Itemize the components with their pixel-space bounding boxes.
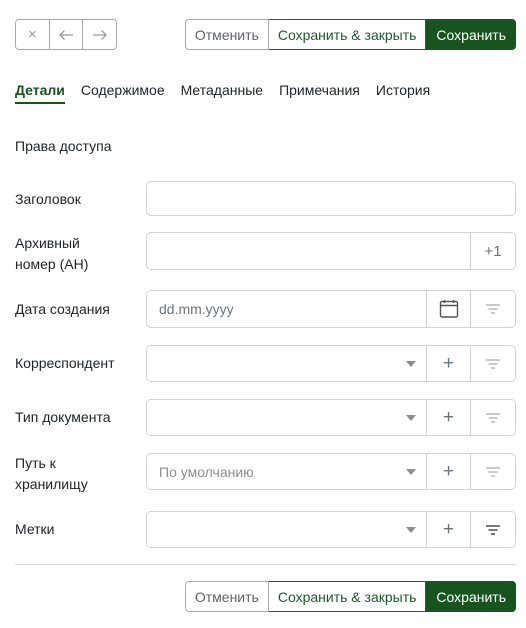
storage-path-filter-button[interactable] bbox=[470, 454, 515, 489]
add-correspondent-button[interactable]: + bbox=[426, 346, 470, 381]
asn-label-line1: Архивный bbox=[15, 235, 80, 251]
tab-notes[interactable]: Примечания bbox=[279, 82, 360, 103]
correspondent-select[interactable] bbox=[147, 346, 396, 381]
tags-field: + bbox=[146, 511, 516, 548]
calendar-icon bbox=[439, 300, 458, 318]
nav-button-group: × bbox=[15, 19, 117, 50]
cancel-button[interactable]: Отменить bbox=[184, 19, 269, 50]
tab-metadata[interactable]: Метаданные bbox=[181, 82, 263, 103]
filter-icon bbox=[486, 358, 500, 369]
tags-select[interactable] bbox=[147, 512, 396, 547]
filter-icon bbox=[486, 524, 500, 535]
arrow-left-icon bbox=[59, 29, 73, 40]
correspondent-label: Корреспондент bbox=[15, 355, 115, 371]
divider bbox=[15, 564, 516, 565]
doctype-filter-button[interactable] bbox=[470, 400, 515, 435]
save-button[interactable]: Сохранить bbox=[426, 581, 516, 612]
tags-filter-button[interactable] bbox=[470, 512, 515, 547]
storage-path-label: Путь к хранилищу bbox=[15, 453, 88, 495]
filter-icon bbox=[486, 304, 500, 314]
storage-label-line2: хранилищу bbox=[15, 476, 88, 492]
asn-label: Архивный номер (АН) bbox=[15, 233, 88, 275]
storage-path-select[interactable]: По умолчанию bbox=[147, 454, 396, 489]
tags-label: Метки bbox=[15, 521, 55, 537]
add-storage-path-button[interactable]: + bbox=[426, 454, 470, 489]
asn-input[interactable]: +1 bbox=[146, 232, 516, 270]
cancel-button[interactable]: Отменить bbox=[184, 581, 269, 612]
asn-value bbox=[147, 233, 470, 269]
calendar-button[interactable] bbox=[426, 291, 470, 327]
correspondent-filter-button[interactable] bbox=[470, 346, 515, 381]
tab-history[interactable]: История bbox=[376, 82, 430, 103]
created-date-input[interactable]: dd.mm.yyyy bbox=[147, 291, 426, 327]
title-input[interactable] bbox=[146, 181, 516, 216]
chevron-down-icon[interactable] bbox=[396, 400, 426, 435]
title-label: Заголовок bbox=[15, 191, 81, 207]
save-close-button[interactable]: Сохранить & закрыть bbox=[268, 19, 427, 50]
filter-icon bbox=[486, 466, 500, 477]
arrow-right-icon bbox=[92, 29, 107, 40]
asn-increment-button[interactable]: +1 bbox=[470, 233, 515, 269]
title-value bbox=[147, 182, 515, 215]
tab-content[interactable]: Содержимое bbox=[81, 82, 165, 103]
tab-details[interactable]: Детали bbox=[15, 82, 65, 104]
permissions-link[interactable]: Права доступа bbox=[15, 138, 111, 154]
created-date-filter-button[interactable] bbox=[470, 291, 515, 327]
previous-button[interactable] bbox=[48, 20, 83, 49]
close-icon: × bbox=[27, 26, 37, 43]
doctype-select[interactable] bbox=[147, 400, 396, 435]
chevron-down-icon[interactable] bbox=[396, 346, 426, 381]
next-button[interactable] bbox=[82, 20, 116, 49]
tab-bar: Детали Содержимое Метаданные Примечания … bbox=[15, 82, 446, 104]
close-button[interactable]: × bbox=[16, 20, 49, 49]
correspondent-field: + bbox=[146, 345, 516, 382]
created-date-field: dd.mm.yyyy bbox=[146, 290, 516, 328]
storage-label-line1: Путь к bbox=[15, 455, 56, 471]
doctype-label: Тип документа bbox=[15, 409, 111, 425]
filter-icon bbox=[486, 412, 500, 423]
created-date-label: Дата создания bbox=[15, 301, 110, 317]
chevron-down-icon[interactable] bbox=[396, 512, 426, 547]
chevron-down-icon[interactable] bbox=[396, 454, 426, 489]
top-action-group: Отменить Сохранить & закрыть Сохранить bbox=[184, 19, 516, 50]
bottom-action-group: Отменить Сохранить & закрыть Сохранить bbox=[184, 581, 516, 612]
add-tag-button[interactable]: + bbox=[426, 512, 470, 547]
asn-label-line2: номер (АН) bbox=[15, 256, 89, 272]
save-button[interactable]: Сохранить bbox=[426, 19, 516, 50]
add-doctype-button[interactable]: + bbox=[426, 400, 470, 435]
doctype-field: + bbox=[146, 399, 516, 436]
save-close-button[interactable]: Сохранить & закрыть bbox=[268, 581, 427, 612]
storage-path-field: По умолчанию + bbox=[146, 453, 516, 490]
